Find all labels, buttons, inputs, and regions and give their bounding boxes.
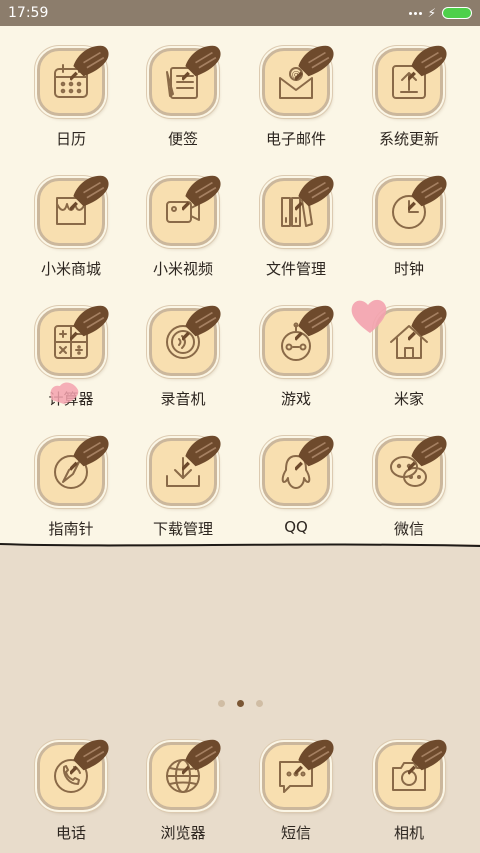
- app-label: 指南针: [48, 520, 94, 538]
- pin-decoration-icon: [295, 45, 334, 81]
- dock-app-phone[interactable]: 电话: [15, 732, 127, 852]
- compass-tile[interactable]: [37, 435, 109, 506]
- app-label: 米家: [393, 390, 424, 408]
- file-manager-tile[interactable]: [262, 175, 334, 246]
- dock-app-camera[interactable]: 相机: [353, 732, 465, 852]
- battery-icon: [442, 7, 472, 19]
- pin-decoration-icon: [182, 435, 221, 471]
- store-tile[interactable]: [37, 175, 109, 246]
- pin-decoration-icon: [408, 739, 447, 775]
- pin-decoration-icon: [70, 175, 109, 211]
- app-clock[interactable]: 时钟: [353, 168, 465, 288]
- video-tile[interactable]: [149, 175, 221, 246]
- app-label: 下载管理: [152, 520, 213, 538]
- camera-tile[interactable]: [375, 739, 447, 810]
- clock-tile[interactable]: [375, 175, 447, 246]
- app-label: 浏览器: [160, 824, 206, 842]
- app-notes[interactable]: 便签: [127, 38, 239, 158]
- app-label: 电子邮件: [265, 130, 326, 148]
- notes-tile[interactable]: [149, 45, 221, 116]
- pin-decoration-icon: [182, 739, 221, 775]
- app-compass[interactable]: 指南针: [15, 428, 127, 548]
- status-bar: 17:59 ⚡: [0, 0, 480, 26]
- calculator-tile[interactable]: [37, 305, 109, 376]
- pin-decoration-icon: [295, 305, 334, 341]
- app-label: 便签: [167, 130, 198, 148]
- heart-decoration-icon: [50, 382, 79, 404]
- pin-decoration-icon: [70, 305, 109, 341]
- app-label: 相机: [393, 824, 424, 842]
- sms-tile[interactable]: [262, 739, 334, 810]
- system-update-tile[interactable]: [375, 45, 447, 116]
- app-game[interactable]: 游戏: [240, 298, 352, 418]
- app-label: 日历: [55, 130, 86, 148]
- pin-decoration-icon: [408, 175, 447, 211]
- app-system-update[interactable]: 系统更新: [353, 38, 465, 158]
- browser-tile[interactable]: [149, 739, 221, 810]
- app-label: 录音机: [160, 390, 206, 408]
- dock-app-sms[interactable]: 短信: [240, 732, 352, 852]
- app-video[interactable]: 小米视频: [127, 168, 239, 288]
- calendar-tile[interactable]: [37, 45, 109, 116]
- download-tile[interactable]: [149, 435, 221, 506]
- recorder-tile[interactable]: [149, 305, 221, 376]
- pin-decoration-icon: [182, 45, 221, 81]
- app-label: QQ: [284, 518, 308, 536]
- page-dot[interactable]: [255, 700, 263, 707]
- charging-icon: ⚡: [427, 6, 436, 20]
- app-file-manager[interactable]: 文件管理: [240, 168, 352, 288]
- pin-decoration-icon: [182, 175, 221, 211]
- heart-decoration-icon: [351, 299, 387, 333]
- pin-decoration-icon: [70, 45, 109, 81]
- app-wechat[interactable]: 微信: [353, 428, 465, 548]
- game-tile[interactable]: [262, 305, 334, 376]
- qq-tile[interactable]: [262, 435, 334, 506]
- pin-decoration-icon: [295, 739, 334, 775]
- wechat-tile[interactable]: [375, 435, 447, 506]
- app-label: 微信: [393, 520, 424, 538]
- app-recorder[interactable]: 录音机: [127, 298, 239, 418]
- app-download[interactable]: 下载管理: [127, 428, 239, 548]
- app-qq[interactable]: QQ: [240, 428, 352, 548]
- app-store[interactable]: 小米商城: [15, 168, 127, 288]
- notification-dots-icon: [408, 11, 422, 15]
- status-time: 17:59: [8, 5, 49, 21]
- pin-decoration-icon: [295, 175, 334, 211]
- pin-decoration-icon: [182, 305, 221, 341]
- app-label: 时钟: [393, 260, 424, 278]
- pin-decoration-icon: [408, 435, 447, 471]
- app-label: 小米视频: [152, 260, 213, 278]
- pin-decoration-icon: [408, 305, 447, 341]
- app-label: 文件管理: [265, 260, 326, 278]
- app-label: 游戏: [280, 390, 311, 408]
- dock-app-browser[interactable]: 浏览器: [127, 732, 239, 852]
- email-tile[interactable]: @: [262, 45, 334, 116]
- app-label: 电话: [55, 824, 86, 842]
- pin-decoration-icon: [70, 739, 109, 775]
- app-calendar[interactable]: 日历: [15, 38, 127, 158]
- app-label: 短信: [280, 824, 311, 842]
- page-dot[interactable]: [217, 700, 225, 707]
- app-label: 小米商城: [40, 260, 101, 278]
- pin-decoration-icon: [295, 435, 334, 471]
- pin-decoration-icon: [70, 435, 109, 471]
- pin-decoration-icon: [408, 45, 447, 81]
- app-email[interactable]: @ 电子邮件: [240, 38, 352, 158]
- page-indicator: [0, 700, 480, 707]
- page-dot[interactable]: [236, 700, 244, 707]
- phone-tile[interactable]: [37, 739, 109, 810]
- app-label: 系统更新: [378, 130, 439, 148]
